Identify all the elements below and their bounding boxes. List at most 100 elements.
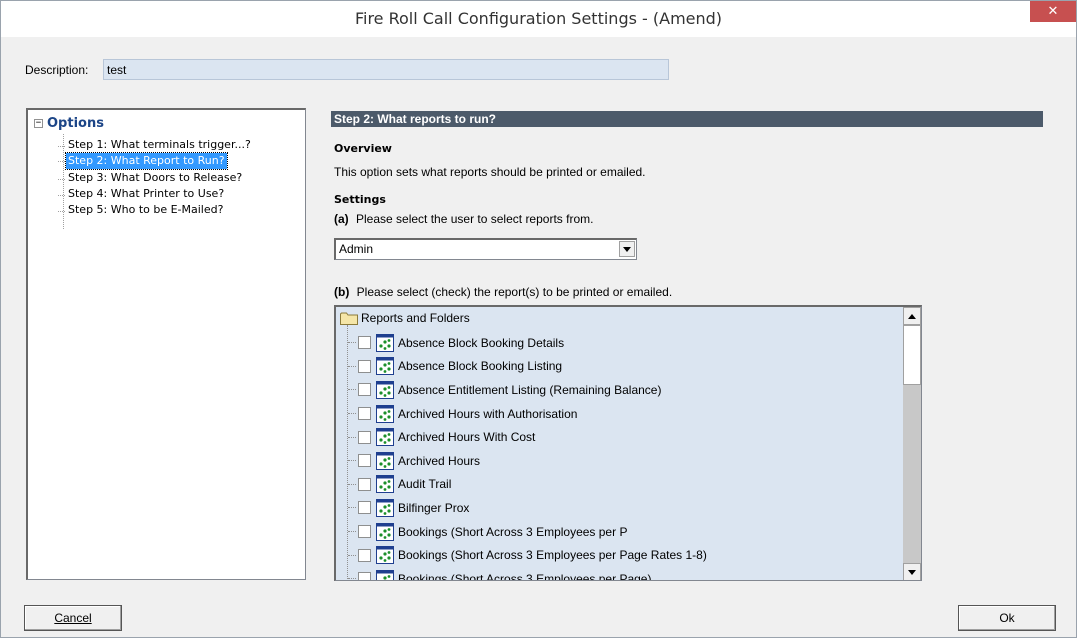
tree-item-label-selected: Step 2: What Report to Run?: [58, 152, 228, 170]
tree-connector: [348, 342, 356, 344]
tree-root-label: Options: [47, 116, 104, 131]
question-a: (a) Please select the user to select rep…: [334, 212, 593, 226]
scroll-up-arrow-icon: [908, 314, 916, 319]
report-label: Archived Hours: [398, 453, 481, 468]
report-item[interactable]: Bookings (Short Across 3 Employees per P: [348, 520, 707, 544]
report-item[interactable]: Archived Hours: [348, 449, 707, 473]
title-bar: Fire Roll Call Configuration Settings - …: [1, 1, 1076, 37]
tree-connector: [348, 531, 356, 533]
report-checkbox[interactable]: [358, 501, 371, 515]
close-button[interactable]: ✕: [1030, 1, 1076, 22]
report-checkbox[interactable]: [358, 336, 371, 350]
close-icon: ✕: [1047, 4, 1059, 19]
report-checkbox[interactable]: [358, 407, 371, 421]
report-icon: [376, 569, 394, 580]
user-select-dropdown-button[interactable]: [619, 241, 635, 257]
tree-root-options[interactable]: − Options: [34, 116, 104, 131]
tree-item-label: Step 1: What terminals trigger...?: [68, 138, 251, 151]
reports-root[interactable]: Reports and Folders: [340, 309, 470, 327]
tree-item-label: Step 3: What Doors to Release?: [68, 171, 243, 184]
report-checkbox[interactable]: [358, 430, 371, 444]
report-icon: [376, 380, 394, 399]
user-select-value: Admin: [339, 242, 374, 256]
report-label: Bilfinger Prox: [398, 500, 470, 515]
report-label: Audit Trail: [398, 477, 452, 492]
report-checkbox[interactable]: [358, 477, 371, 491]
scroll-down-button[interactable]: [903, 563, 921, 580]
question-b-letter: (b): [334, 285, 350, 299]
description-input[interactable]: [103, 59, 669, 80]
scroll-down-arrow-icon: [908, 570, 916, 575]
overview-heading: Overview: [334, 142, 392, 155]
tree-item-step-4[interactable]: Step 4: What Printer to Use?: [66, 186, 253, 202]
user-select[interactable]: Admin: [334, 238, 637, 260]
report-item[interactable]: Absence Entitlement Listing (Remaining B…: [348, 378, 707, 402]
report-checkbox[interactable]: [358, 383, 371, 397]
report-checkbox[interactable]: [358, 525, 371, 539]
question-b-text: Please select (check) the report(s) to b…: [356, 285, 673, 299]
report-label: Absence Block Booking Listing: [398, 359, 563, 374]
report-checkbox[interactable]: [358, 359, 371, 373]
step-header: Step 2: What reports to run?: [331, 111, 1043, 127]
scroll-up-button[interactable]: [903, 307, 921, 325]
report-label: Bookings (Short Across 3 Employees per P: [398, 524, 628, 539]
tree-item-label: Step 4: What Printer to Use?: [68, 187, 225, 200]
report-icon: [376, 404, 394, 423]
tree-connector-line: [63, 134, 64, 229]
report-item[interactable]: Audit Trail: [348, 473, 707, 497]
report-label: Absence Block Booking Details: [398, 335, 565, 350]
report-icon: [376, 357, 394, 376]
ok-button[interactable]: Ok: [958, 605, 1056, 631]
tree-connector: [348, 389, 356, 391]
tree-item-step-1[interactable]: Step 1: What terminals trigger...?: [66, 137, 253, 153]
dialog-window: Fire Roll Call Configuration Settings - …: [0, 0, 1077, 638]
cancel-button-label: Cancel: [54, 611, 92, 625]
tree-connector: [348, 507, 356, 509]
report-label: Bookings (Short Across 3 Employees per P…: [398, 548, 707, 563]
tree-connector: [348, 413, 356, 415]
report-label: Archived Hours with Authorisation: [398, 406, 578, 421]
tree-connector: [348, 460, 356, 462]
report-item[interactable]: Archived Hours with Authorisation: [348, 402, 707, 426]
report-label: Bookings (Short Across 3 Employees per P…: [398, 571, 652, 581]
report-icon: [376, 451, 394, 470]
tree-connector: [348, 483, 356, 485]
settings-heading: Settings: [334, 193, 386, 206]
folder-icon: [340, 312, 358, 325]
report-item[interactable]: Bookings (Short Across 3 Employees per P…: [348, 567, 707, 581]
question-a-text: Please select the user to select reports…: [356, 212, 594, 226]
report-checkbox[interactable]: [358, 454, 371, 468]
report-icon: [376, 498, 394, 517]
window-title: Fire Roll Call Configuration Settings - …: [354, 9, 723, 28]
question-b: (b) Please select (check) the report(s) …: [334, 285, 672, 299]
report-checkbox[interactable]: [358, 548, 371, 562]
tree-item-step-2[interactable]: Step 2: What Report to Run?: [58, 152, 253, 170]
report-item[interactable]: Absence Block Booking Listing: [348, 355, 707, 379]
reports-root-label: Reports and Folders: [361, 311, 470, 325]
options-tree: − Options Step 1: What terminals trigger…: [26, 108, 306, 580]
report-label: Absence Entitlement Listing (Remaining B…: [398, 382, 662, 397]
report-icon: [376, 428, 394, 447]
chevron-down-icon: [623, 247, 631, 252]
tree-connector: [348, 436, 356, 438]
report-label: Archived Hours With Cost: [398, 430, 536, 445]
question-a-letter: (a): [334, 212, 349, 226]
tree-connector: [348, 578, 356, 580]
report-item[interactable]: Bookings (Short Across 3 Employees per P…: [348, 543, 707, 567]
report-checkbox[interactable]: [358, 572, 371, 580]
scroll-thumb[interactable]: [903, 325, 921, 385]
reports-scrollbar[interactable]: [903, 307, 921, 580]
cancel-button[interactable]: Cancel: [24, 605, 122, 631]
report-item[interactable]: Bilfinger Prox: [348, 496, 707, 520]
overview-text: This option sets what reports should be …: [334, 165, 646, 179]
tree-items: Step 1: What terminals trigger...? Step …: [58, 137, 253, 218]
tree-connector: [348, 554, 356, 556]
tree-item-step-3[interactable]: Step 3: What Doors to Release?: [66, 170, 253, 186]
report-icon: [376, 333, 394, 352]
tree-item-step-5[interactable]: Step 5: Who to be E-Mailed?: [66, 202, 253, 218]
report-list: Absence Block Booking Details Absence Blo…: [348, 331, 707, 581]
collapse-icon[interactable]: −: [34, 119, 43, 128]
report-icon: [376, 546, 394, 565]
report-item[interactable]: Absence Block Booking Details: [348, 331, 707, 355]
report-item[interactable]: Archived Hours With Cost: [348, 425, 707, 449]
